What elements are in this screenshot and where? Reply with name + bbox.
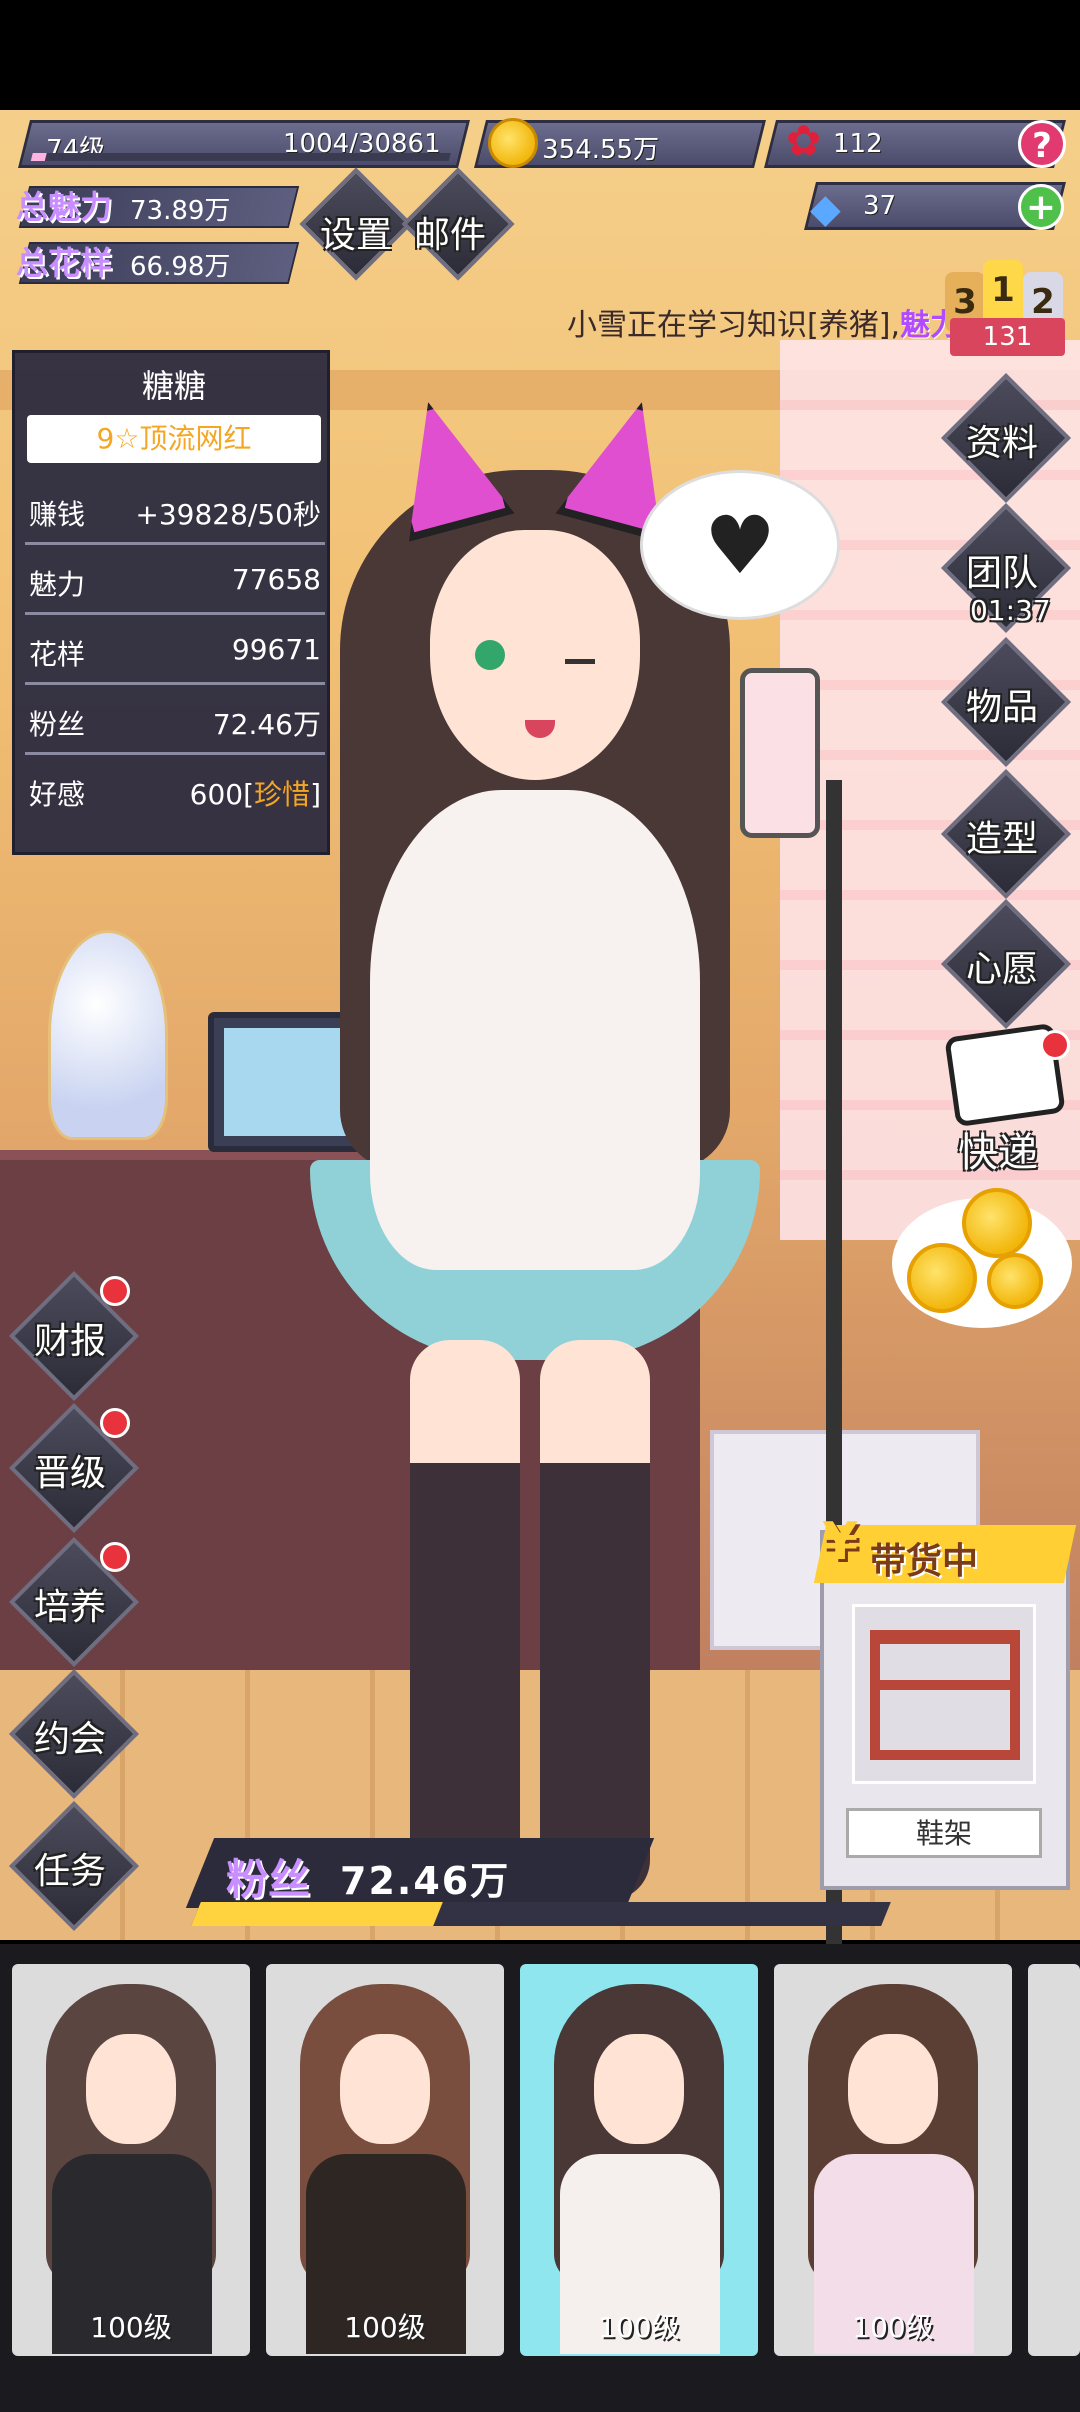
vase-lamp [48, 930, 168, 1140]
info-value: +39828/50秒 [135, 498, 321, 531]
info-value: 600[珍惜] [190, 773, 321, 813]
total-charm-value: 73.89万 [130, 196, 231, 226]
promote-notification-dot [100, 1408, 130, 1438]
coin-icon [488, 118, 538, 168]
info-key: 好感 [29, 778, 86, 811]
yen-icon: ¥ [822, 1512, 859, 1572]
character-card[interactable]: 100级 [266, 1964, 504, 2356]
character-card[interactable]: 100级 [12, 1964, 250, 2356]
express-label[interactable]: 快递 [958, 1120, 1038, 1178]
rose-icon: ✿ [786, 116, 822, 165]
style-label[interactable]: 造型 [966, 810, 1038, 862]
card-face [594, 2034, 684, 2144]
character-info-panel: 糖糖 9☆顶流网红 赚钱 +39828/50秒 魅力 77658 花样 9967… [12, 350, 330, 855]
promote-label[interactable]: 晋级 [34, 1444, 106, 1496]
affection-bracket: ] [310, 778, 321, 811]
total-style-label: 总花样 [16, 244, 113, 282]
fans-label: 粉丝 [226, 1855, 311, 1904]
coin-bubble[interactable] [892, 1188, 1072, 1328]
level-bar[interactable]: 74级 1004/30861 [18, 120, 470, 168]
team-label[interactable]: 团队 [966, 544, 1038, 596]
exp-progress-fill [30, 153, 47, 161]
diamond-icon: ◆ [810, 186, 841, 232]
character-dress [370, 790, 700, 1270]
character-face [430, 530, 640, 780]
character-eye [475, 640, 505, 670]
shoe-rack-icon [870, 1630, 1020, 1760]
info-row-affection: 好感 600[珍惜] [25, 755, 325, 825]
affection-value: 600[ [189, 778, 255, 811]
character-leg [410, 1340, 520, 1900]
card-face [848, 2034, 938, 2144]
character-card[interactable]: 100级 [774, 1964, 1012, 2356]
character-name: 糖糖 [141, 367, 206, 405]
earnings-notification-dot [100, 1276, 130, 1306]
team-timer: 01:37 [970, 594, 1051, 627]
coins-text: 354.55万 [542, 135, 660, 165]
exp-progress [30, 153, 451, 161]
character-card-selected[interactable]: 100级 [520, 1964, 758, 2356]
character-wink [565, 650, 595, 664]
total-charm-label: 总魅力 [16, 188, 113, 226]
info-row-fans: 粉丝 72.46万 [25, 685, 325, 755]
info-row-earnings: 赚钱 +39828/50秒 [25, 475, 325, 545]
info-row-style: 花样 99671 [25, 615, 325, 685]
news-ticker: 小雪正在学习知识[养猪],魅力 [440, 300, 960, 348]
roses-text: 112 [833, 129, 883, 159]
coin-icon [907, 1243, 977, 1313]
selling-item-name: 鞋架 [846, 1808, 1042, 1858]
character-level: 100级 [598, 2311, 680, 2344]
character-leg [540, 1340, 650, 1900]
character-title: 9☆顶流网红 [27, 415, 321, 463]
items-label[interactable]: 物品 [966, 678, 1038, 730]
card-face [86, 2034, 176, 2144]
train-label[interactable]: 培养 [34, 1578, 106, 1630]
fans-progress-fill [191, 1902, 443, 1926]
express-notification-dot [1040, 1030, 1070, 1060]
wish-label[interactable]: 心愿 [966, 940, 1038, 992]
info-value: 72.46万 [212, 708, 321, 741]
selling-header-text: 带货中 [870, 1541, 979, 1582]
gems-text: 37 [863, 191, 897, 221]
train-notification-dot [100, 1542, 130, 1572]
help-button[interactable]: ? [1018, 120, 1066, 168]
info-value: 77658 [231, 563, 321, 596]
ticker-text: 小雪正在学习知识[养猪], [567, 308, 900, 343]
info-value: 99671 [231, 633, 321, 666]
character-level: 100级 [344, 2311, 426, 2344]
profile-label[interactable]: 资料 [966, 414, 1038, 466]
finger-heart-bubble-icon: ♥ [640, 470, 840, 620]
character-level: 100级 [90, 2311, 172, 2344]
coin-icon [962, 1188, 1032, 1258]
info-key: 魅力 [29, 568, 86, 601]
info-key: 赚钱 [29, 498, 86, 531]
fans-progress [191, 1902, 891, 1926]
date-label[interactable]: 约会 [34, 1710, 106, 1762]
tasks-label[interactable]: 任务 [34, 1842, 106, 1894]
fans-value: 72.46万 [340, 1859, 511, 1903]
settings-label[interactable]: 设置 [320, 206, 392, 258]
character-level: 100级 [852, 2311, 934, 2344]
info-key: 花样 [29, 638, 86, 671]
add-gems-button[interactable]: + [1018, 184, 1064, 230]
info-row-charm: 魅力 77658 [25, 545, 325, 615]
card-face [340, 2034, 430, 2144]
mail-label[interactable]: 邮件 [414, 206, 486, 258]
affection-status: 珍惜 [254, 778, 311, 811]
rank-score: 131 [950, 318, 1065, 356]
earnings-label[interactable]: 财报 [34, 1312, 106, 1364]
coin-icon [987, 1253, 1043, 1309]
character-selector: 100级 100级 100级 100级 [0, 1944, 1080, 2412]
info-key: 粉丝 [29, 708, 86, 741]
total-style-value: 66.98万 [130, 252, 231, 282]
character-card-partial[interactable] [1028, 1964, 1080, 2356]
smartphone [740, 668, 820, 838]
